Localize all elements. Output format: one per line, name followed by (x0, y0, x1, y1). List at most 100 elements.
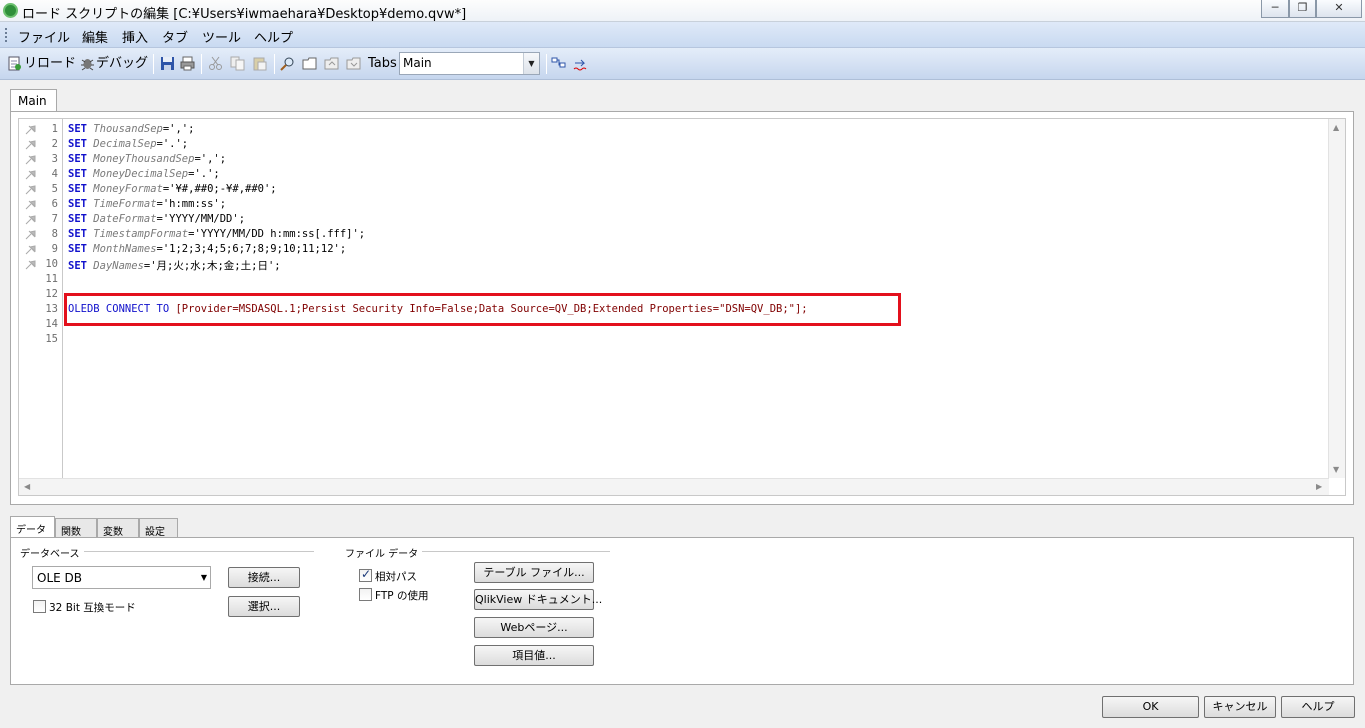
database-group-label: データベース (20, 545, 84, 560)
copy-icon[interactable] (230, 56, 245, 71)
syntax-check-icon[interactable] (573, 56, 588, 71)
variable-name: DateFormat (93, 213, 157, 225)
line-number: 6 (51, 198, 58, 210)
highlight-annotation-box (64, 293, 901, 326)
script-tab-main[interactable]: Main (10, 89, 57, 112)
select-button[interactable]: 選択... (228, 596, 300, 617)
code-line: SET DateFormat='YYYY/MM/DD'; (68, 213, 245, 225)
bit32-compat-label: 32 Bit 互換モード (49, 602, 136, 614)
relative-path-checkbox[interactable] (359, 567, 372, 582)
tab-data[interactable]: データ (10, 516, 55, 538)
pin-icon (25, 200, 36, 210)
script-editor[interactable]: 1 2 3 4 5 6 7 8 9 10 11 12 13 14 15 SET … (18, 118, 1346, 496)
assignment-value: ='.'; (156, 138, 189, 150)
close-button[interactable]: ✕ (1316, 0, 1362, 18)
tab-functions[interactable]: 関数 (55, 518, 97, 538)
assignment-value: ='h:mm:ss'; (156, 198, 227, 210)
pin-icon (25, 260, 36, 270)
pin-icon (25, 230, 36, 240)
help-button[interactable]: ヘルプ (1281, 696, 1355, 718)
menu-tools[interactable]: ツール (202, 27, 241, 46)
tabs-label: Tabs (368, 56, 397, 71)
code-line: SET TimestampFormat='YYYY/MM/DD h:mm:ss[… (68, 228, 365, 240)
ok-button[interactable]: OK (1102, 696, 1199, 718)
menu-edit[interactable]: 編集 (82, 27, 108, 46)
keyword: SET (68, 260, 87, 272)
keyword: SET (68, 138, 87, 150)
title-bar: ロード スクリプトの編集 [C:¥Users¥iwmaehara¥Desktop… (0, 0, 1365, 22)
assignment-value: ='1;2;3;4;5;6;7;8;9;10;11;12'; (156, 243, 347, 255)
tab-select-value: Main (403, 56, 432, 70)
cancel-button[interactable]: キャンセル (1204, 696, 1276, 718)
tab-settings[interactable]: 設定 (139, 518, 178, 538)
use-ftp-label: FTP の使用 (375, 590, 429, 602)
tab-select-dropdown[interactable]: Main ▼ (399, 52, 540, 75)
variable-name: ThousandSep (93, 123, 163, 135)
database-select-value: OLE DB (37, 571, 82, 585)
line-number: 5 (51, 183, 58, 195)
tab-variables[interactable]: 変数 (97, 518, 139, 538)
keyword: SET (68, 183, 87, 195)
line-number: 7 (51, 213, 58, 225)
toolbar-separator (153, 54, 154, 74)
paste-icon[interactable] (252, 56, 267, 71)
code-line: SET MoneyThousandSep=','; (68, 153, 226, 165)
web-page-button[interactable]: Webページ... (474, 617, 594, 638)
toolbar: リロード デバッグ Tabs (0, 48, 1365, 80)
save-icon[interactable] (160, 56, 175, 71)
line-number: 13 (45, 303, 58, 315)
assignment-value: ='月;火;水;木;金;土;日'; (143, 260, 281, 272)
code-line: SET MonthNames='1;2;3;4;5;6;7;8;9;10;11;… (68, 243, 346, 255)
scroll-down-icon[interactable]: ▼ (1333, 465, 1339, 474)
assignment-value: ='YYYY/MM/DD h:mm:ss[.fff]'; (188, 228, 366, 240)
chevron-down-icon[interactable]: ▼ (523, 53, 539, 74)
cut-icon[interactable] (208, 56, 223, 71)
menu-insert[interactable]: 挿入 (122, 27, 148, 46)
new-tab-icon[interactable] (302, 56, 317, 71)
window-title: ロード スクリプトの編集 [C:¥Users¥iwmaehara¥Desktop… (22, 7, 467, 22)
menu-file[interactable]: ファイル (18, 27, 70, 46)
scroll-right-icon[interactable]: ▶ (1316, 482, 1322, 491)
database-select[interactable]: OLE DB ▼ (32, 566, 211, 589)
group-divider (74, 551, 314, 552)
table-file-button[interactable]: テーブル ファイル... (474, 562, 594, 583)
menu-tab[interactable]: タブ (162, 27, 188, 46)
pin-icon (25, 215, 36, 225)
use-ftp-checkbox[interactable] (359, 588, 372, 601)
minimize-button[interactable]: ─ (1261, 0, 1289, 18)
file-data-group-label: ファイル データ (345, 545, 423, 560)
scroll-up-icon[interactable]: ▲ (1333, 123, 1339, 132)
reload-icon (8, 56, 21, 71)
restore-button[interactable]: ❐ (1289, 0, 1316, 18)
qlikview-document-button[interactable]: QlikView ドキュメント... (474, 589, 602, 610)
menu-bar: ファイル 編集 挿入 タブ ツール ヘルプ (0, 22, 1365, 48)
scroll-left-icon[interactable]: ◀ (24, 482, 30, 491)
connect-button[interactable]: 接続... (228, 567, 300, 588)
print-icon[interactable] (180, 56, 195, 71)
code-line: SET DecimalSep='.'; (68, 138, 188, 150)
search-icon[interactable] (280, 56, 295, 71)
line-number: 2 (51, 138, 58, 150)
keyword: SET (68, 198, 87, 210)
debug-button[interactable]: デバッグ (96, 55, 148, 73)
assignment-value: =','; (162, 123, 195, 135)
reload-button[interactable]: リロード (24, 55, 76, 73)
line-number: 12 (45, 288, 58, 300)
demote-tab-icon[interactable] (346, 56, 361, 71)
field-value-button[interactable]: 項目値... (474, 645, 594, 666)
chevron-down-icon[interactable]: ▼ (201, 573, 207, 582)
pin-icon (25, 155, 36, 165)
vertical-scrollbar[interactable]: ▲ ▼ (1328, 119, 1345, 478)
variable-name: MoneyFormat (93, 183, 163, 195)
code-line: SET DayNames='月;火;水;木;金;土;日'; (68, 258, 281, 273)
data-panel (10, 537, 1354, 685)
promote-tab-icon[interactable] (324, 56, 339, 71)
variable-name: TimestampFormat (93, 228, 189, 240)
pin-icon (25, 125, 36, 135)
variable-name: DecimalSep (93, 138, 157, 150)
horizontal-scrollbar[interactable]: ◀ ▶ (19, 478, 1329, 495)
table-viewer-icon[interactable] (551, 56, 566, 71)
bit32-compat-checkbox[interactable] (33, 600, 46, 613)
menu-grip-handle[interactable] (5, 28, 7, 42)
menu-help[interactable]: ヘルプ (254, 27, 293, 46)
